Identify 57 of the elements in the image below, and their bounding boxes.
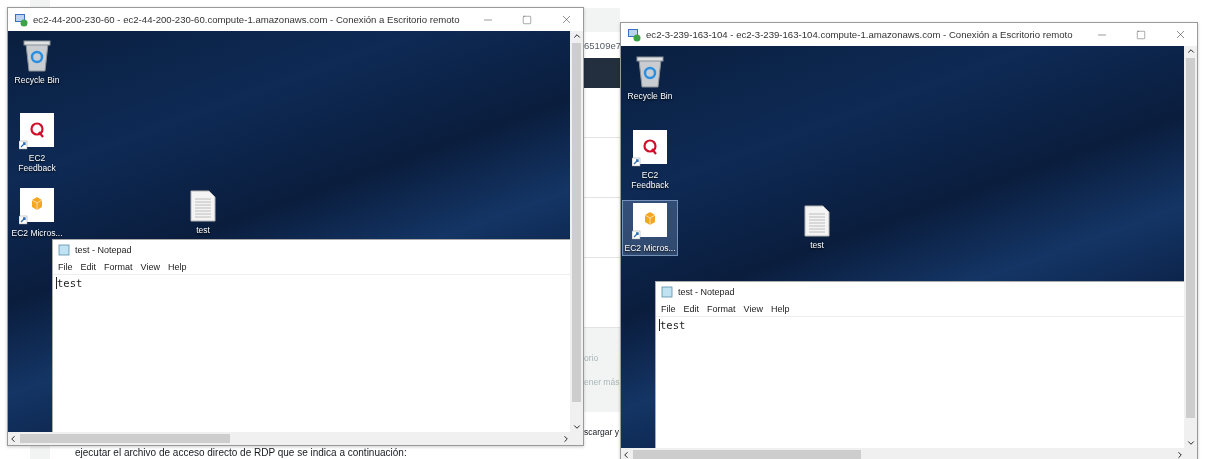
page-text: orio xyxy=(584,353,600,363)
desktop-icon[interactable]: Recycle Bin xyxy=(9,36,65,88)
menu-item[interactable]: Edit xyxy=(683,304,700,314)
notepad-title: test - Notepad xyxy=(678,286,735,297)
scroll-up-icon[interactable] xyxy=(571,31,582,41)
editor-text[interactable]: test xyxy=(56,277,83,289)
menu-item[interactable]: Help xyxy=(770,304,790,314)
remote-desktop-icon xyxy=(627,27,641,42)
maximize-icon xyxy=(522,14,532,25)
remote-desktop-icon xyxy=(14,12,28,27)
navigation-bar xyxy=(583,58,620,88)
page-text: ener más xyxy=(584,377,620,387)
desktop-icon[interactable]: test xyxy=(175,188,231,238)
app-shortcut-icon xyxy=(19,187,55,225)
desktop-icon[interactable]: EC2 Feedback xyxy=(9,110,65,176)
app-shortcut-icon xyxy=(632,129,668,167)
menu-item[interactable]: File xyxy=(58,262,73,272)
menu-item[interactable]: Format xyxy=(104,262,133,272)
page-header-bar xyxy=(583,8,620,32)
text-file-icon xyxy=(190,190,216,222)
scroll-right-icon[interactable] xyxy=(1175,449,1185,459)
desktop-icon[interactable]: EC2 Micros... xyxy=(622,200,678,256)
notepad-icon xyxy=(661,285,673,298)
vertical-scrollbar[interactable] xyxy=(570,31,583,432)
app-shortcut-icon xyxy=(19,112,55,150)
scroll-right-icon[interactable] xyxy=(561,433,571,444)
scroll-left-icon[interactable] xyxy=(621,449,631,459)
recycle-bin-icon xyxy=(23,38,51,72)
scroll-up-icon[interactable] xyxy=(1185,46,1196,56)
desktop-icon[interactable]: Recycle Bin xyxy=(622,52,678,104)
maximize-icon xyxy=(1136,29,1146,40)
menu-item[interactable]: Format xyxy=(707,304,736,314)
scroll-down-icon[interactable] xyxy=(571,422,582,432)
menu-item[interactable]: Help xyxy=(167,262,187,272)
recycle-bin-icon xyxy=(636,54,664,88)
notepad-title: test - Notepad xyxy=(75,244,132,255)
scroll-left-icon[interactable] xyxy=(8,433,18,444)
menu-item[interactable]: View xyxy=(743,304,763,314)
instruction-text: ejecutar el archivo de acceso directo de RDP que se indica a continuación: xyxy=(75,447,408,458)
notepad-icon xyxy=(58,243,70,256)
page-text: scargar y xyxy=(584,427,620,437)
desktop-icon[interactable]: EC2 Micros... xyxy=(9,185,65,241)
scroll-down-icon[interactable] xyxy=(1185,438,1196,448)
desktop-icon[interactable]: EC2 Feedback xyxy=(622,127,678,193)
horizontal-scrollbar[interactable] xyxy=(621,448,1197,459)
id-text: 65109e7 xyxy=(584,39,620,51)
window-title: ec2-3-239-163-104 - ec2-3-239-163-104.compute-1.amazonaws.com - Conexión a Escritorio remoto xyxy=(646,29,1074,40)
desktop-icon[interactable]: test xyxy=(789,203,845,253)
editor-text[interactable]: test xyxy=(659,319,686,331)
menu-item[interactable]: Edit xyxy=(80,262,97,272)
window-title: ec2-44-200-230-60 - ec2-44-200-230-60.compute-1.amazonaws.com - Conexión a Escritorio remoto xyxy=(33,14,461,25)
horizontal-scrollbar[interactable] xyxy=(8,432,583,445)
text-file-icon xyxy=(804,205,830,237)
app-shortcut-icon xyxy=(632,202,668,240)
vertical-scrollbar[interactable] xyxy=(1184,46,1197,448)
menu-item[interactable]: View xyxy=(140,262,160,272)
menu-item[interactable]: File xyxy=(661,304,676,314)
